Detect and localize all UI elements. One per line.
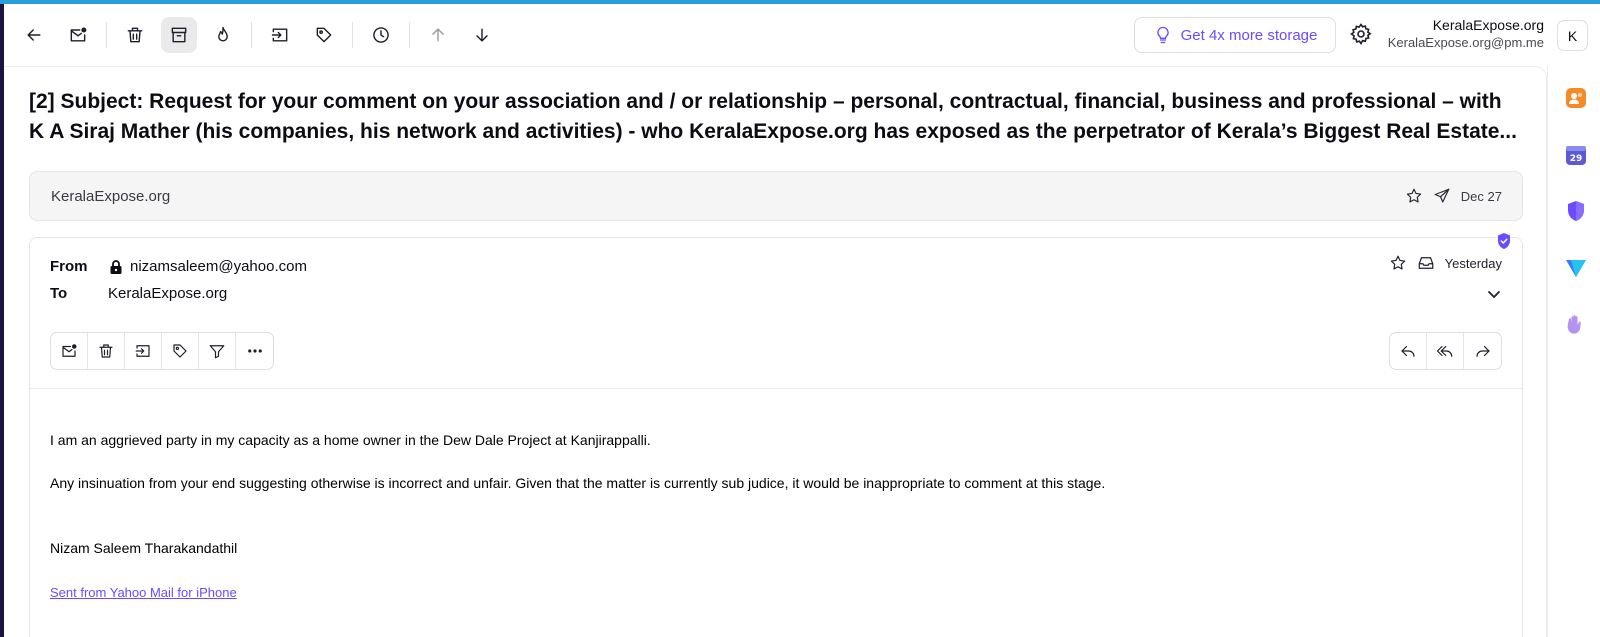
forward-icon — [1475, 345, 1490, 357]
inbox-tray-icon — [1418, 257, 1434, 269]
message-date: Yesterday — [1444, 255, 1502, 271]
next-message-button[interactable] — [464, 17, 500, 53]
archive-button[interactable] — [161, 17, 197, 53]
contacts-icon[interactable] — [1564, 86, 1588, 110]
mark-unread-icon — [70, 27, 87, 42]
toolbar-separator — [409, 22, 410, 48]
body-paragraph-2: Any insinuation from your end suggesting… — [50, 475, 1106, 491]
collapsed-date: Dec 27 — [1460, 188, 1502, 204]
star-icon[interactable] — [1389, 254, 1407, 272]
lightbulb-icon — [1156, 26, 1169, 44]
account-email: KeralaExpose.org@pm.me — [1387, 35, 1544, 50]
header-body-divider — [30, 388, 1522, 389]
snooze-clock-icon — [373, 27, 389, 43]
delete-button[interactable] — [88, 333, 125, 369]
app-rail: 29 — [1547, 66, 1600, 637]
toolbar-separator — [106, 22, 107, 48]
reply-button[interactable] — [1390, 333, 1427, 369]
reply-action-bar — [1389, 332, 1502, 370]
expand-details-button[interactable] — [1486, 286, 1502, 302]
lock-icon — [110, 259, 122, 274]
label-tag-icon — [316, 27, 332, 43]
wave-hand-icon[interactable] — [1564, 313, 1588, 337]
more-dots-icon — [247, 349, 262, 353]
reply-all-button[interactable] — [1427, 333, 1464, 369]
to-row: To KeralaExpose.org — [50, 285, 227, 302]
svg-text:29: 29 — [1570, 154, 1583, 164]
reply-icon — [1401, 345, 1415, 357]
next-arrow-icon — [476, 28, 488, 42]
sent-from-paragraph: Sent from Yahoo Mail for iPhone — [50, 584, 237, 600]
back-button[interactable] — [16, 17, 52, 53]
sent-paper-plane-icon — [1434, 188, 1450, 203]
label-button[interactable] — [162, 333, 199, 369]
move-to-folder-icon — [271, 28, 288, 42]
collapsed-meta: Dec 27 — [1405, 187, 1502, 205]
filter-button[interactable] — [199, 333, 236, 369]
vpn-shield-icon[interactable] — [1564, 199, 1588, 223]
to-address[interactable]: KeralaExpose.org — [108, 285, 227, 302]
from-row: From nizamsaleem@yahoo.com — [50, 258, 307, 275]
get-more-storage-button[interactable]: Get 4x more storage — [1134, 17, 1336, 53]
back-arrow-icon — [27, 29, 41, 41]
star-icon[interactable] — [1405, 187, 1423, 205]
label-tag-icon — [173, 344, 187, 358]
message-action-bar — [50, 332, 274, 370]
avatar[interactable]: K — [1557, 20, 1588, 51]
label-button[interactable] — [306, 17, 342, 53]
gear-icon — [1350, 23, 1372, 46]
signature-name: Nizam Saleem Tharakandathil — [50, 540, 238, 556]
drive-triangle-icon[interactable] — [1564, 256, 1588, 280]
trash-icon — [99, 344, 113, 358]
message-meta: Yesterday — [1389, 254, 1502, 272]
collapsed-message[interactable]: KeralaExpose.org Dec 27 — [29, 171, 1523, 221]
reply-all-icon — [1436, 345, 1453, 357]
message-view: [2] Subject: Request for your comment on… — [4, 66, 1547, 637]
collapsed-sender: KeralaExpose.org — [51, 188, 171, 205]
trash-icon — [127, 27, 143, 43]
previous-arrow-icon — [432, 28, 444, 42]
forward-button[interactable] — [1464, 333, 1501, 369]
move-to-folder-icon — [135, 345, 150, 357]
archive-icon — [171, 27, 187, 43]
from-address[interactable]: nizamsaleem@yahoo.com — [130, 258, 307, 275]
expanded-message: From nizamsaleem@yahoo.com To KeralaExpo… — [29, 233, 1523, 637]
from-label: From — [50, 258, 88, 275]
calendar-icon[interactable]: 29 — [1564, 143, 1588, 167]
toolbar-separator — [352, 22, 353, 48]
filter-funnel-icon — [209, 345, 225, 359]
body-paragraph-1: I am an aggrieved party in my capacity a… — [50, 432, 651, 448]
to-label: To — [50, 285, 68, 302]
delete-button[interactable] — [117, 17, 153, 53]
move-to-folder-button[interactable] — [125, 333, 162, 369]
encryption-shield-icon — [1496, 232, 1512, 250]
mark-unread-icon — [62, 344, 77, 357]
conversation-subject: [2] Subject: Request for your comment on… — [29, 90, 1517, 143]
sent-from-yahoo-link[interactable]: Sent from Yahoo Mail for iPhone — [50, 585, 237, 600]
snooze-button[interactable] — [363, 17, 399, 53]
mark-unread-button[interactable] — [60, 17, 96, 53]
mark-unread-button[interactable] — [51, 333, 88, 369]
more-actions-button[interactable] — [236, 333, 273, 369]
spam-button[interactable] — [205, 17, 241, 53]
account-name: KeralaExpose.org — [1432, 17, 1544, 33]
toolbar-separator — [251, 22, 252, 48]
settings-button[interactable] — [1349, 22, 1373, 46]
storage-label: Get 4x more storage — [1180, 26, 1318, 44]
account-info[interactable]: KeralaExpose.org KeralaExpose.org@pm.me — [1388, 17, 1544, 51]
previous-message-button[interactable] — [420, 17, 456, 53]
spam-flame-icon — [218, 26, 228, 42]
move-to-folder-button[interactable] — [262, 17, 298, 53]
chevron-down-icon — [1488, 291, 1500, 299]
